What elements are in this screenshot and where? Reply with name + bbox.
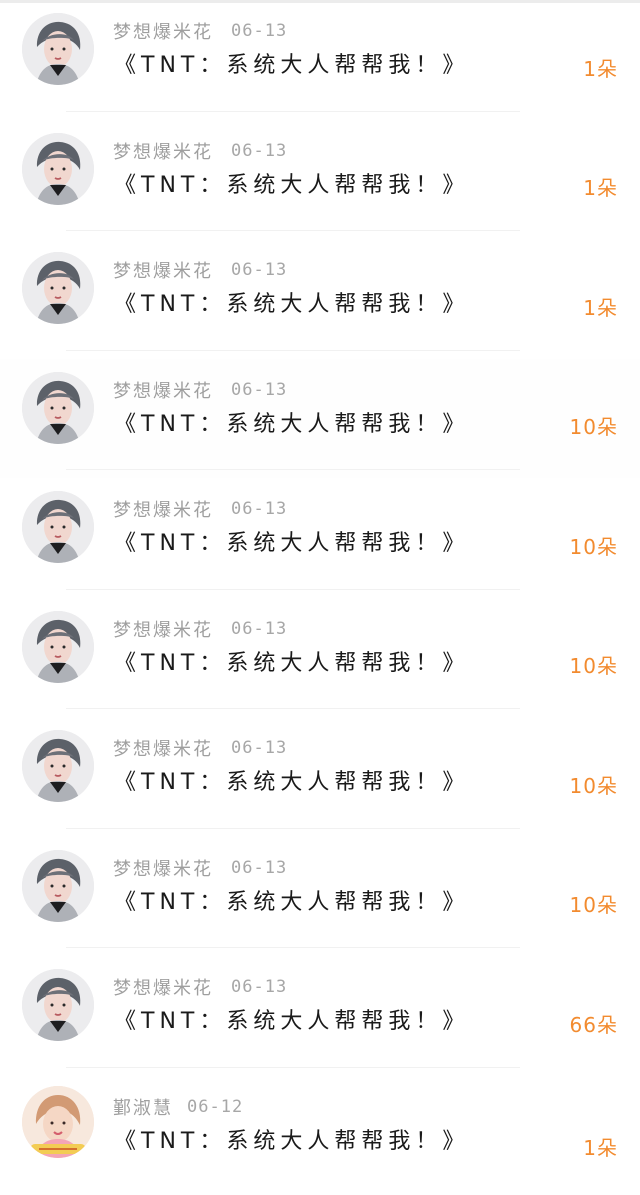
- record-meta: 梦想爆米花 06-13: [113, 616, 287, 642]
- book-title[interactable]: 《TNT：系统大人帮帮我！》: [114, 405, 469, 439]
- gift-record-list: 梦想爆米花 06-13 《TNT：系统大人帮帮我！》 1朵 梦想爆米花 06-1…: [0, 0, 640, 1195]
- boy-avatar-icon: [22, 13, 94, 85]
- list-item[interactable]: 梦想爆米花 06-13 《TNT：系统大人帮帮我！》 10朵: [0, 598, 640, 718]
- avatar[interactable]: [22, 252, 94, 324]
- book-title[interactable]: 《TNT：系统大人帮帮我！》: [114, 46, 469, 80]
- date-label: 06-13: [231, 141, 287, 161]
- gift-amount: 10朵: [570, 409, 618, 443]
- list-item[interactable]: 梦想爆米花 06-13 《TNT：系统大人帮帮我！》 1朵: [0, 120, 640, 240]
- avatar[interactable]: [22, 611, 94, 683]
- record-meta: 梦想爆米花 06-13: [113, 257, 287, 283]
- boy-avatar-icon: [22, 730, 94, 802]
- row-divider: [66, 708, 520, 709]
- list-item[interactable]: 梦想爆米花 06-13 《TNT：系统大人帮帮我！》 10朵: [0, 359, 640, 479]
- boy-avatar-icon: [22, 372, 94, 444]
- record-meta: 梦想爆米花 06-13: [113, 855, 287, 881]
- avatar[interactable]: [22, 850, 94, 922]
- list-item[interactable]: 鄞淑慧 06-12 《TNT：系统大人帮帮我！》 1朵: [0, 1076, 640, 1195]
- date-label: 06-13: [231, 619, 287, 639]
- username[interactable]: 梦想爆米花: [113, 138, 213, 164]
- username[interactable]: 梦想爆米花: [113, 616, 213, 642]
- row-divider: [66, 589, 520, 590]
- avatar[interactable]: [22, 969, 94, 1041]
- book-title[interactable]: 《TNT：系统大人帮帮我！》: [114, 285, 469, 319]
- book-title[interactable]: 《TNT：系统大人帮帮我！》: [114, 883, 469, 917]
- list-item[interactable]: 梦想爆米花 06-13 《TNT：系统大人帮帮我！》 1朵: [0, 0, 640, 120]
- date-label: 06-13: [231, 260, 287, 280]
- row-divider: [66, 947, 520, 948]
- row-divider: [66, 828, 520, 829]
- gift-amount: 1朵: [583, 1130, 618, 1164]
- row-divider: [66, 469, 520, 470]
- record-meta: 鄞淑慧 06-12: [113, 1094, 243, 1120]
- boy-avatar-icon: [22, 252, 94, 324]
- gift-amount: 10朵: [570, 648, 618, 682]
- gift-amount: 66朵: [570, 1006, 618, 1040]
- date-label: 06-13: [231, 858, 287, 878]
- boy-avatar-icon: [22, 133, 94, 205]
- username[interactable]: 梦想爆米花: [113, 974, 213, 1000]
- gift-amount: 1朵: [583, 289, 618, 323]
- boy-avatar-icon: [22, 850, 94, 922]
- avatar[interactable]: [22, 13, 94, 85]
- avatar[interactable]: [22, 730, 94, 802]
- row-divider: [66, 230, 520, 231]
- book-title[interactable]: 《TNT：系统大人帮帮我！》: [114, 524, 469, 558]
- boy-avatar-icon: [22, 969, 94, 1041]
- username[interactable]: 梦想爆米花: [113, 377, 213, 403]
- record-meta: 梦想爆米花 06-13: [113, 377, 287, 403]
- username[interactable]: 梦想爆米花: [113, 496, 213, 522]
- date-label: 06-13: [231, 21, 287, 41]
- record-meta: 梦想爆米花 06-13: [113, 496, 287, 522]
- gift-amount: 10朵: [570, 887, 618, 921]
- row-divider: [66, 1067, 520, 1068]
- username[interactable]: 梦想爆米花: [113, 257, 213, 283]
- book-title[interactable]: 《TNT：系统大人帮帮我！》: [114, 1122, 469, 1156]
- boy-avatar-icon: [22, 611, 94, 683]
- record-meta: 梦想爆米花 06-13: [113, 138, 287, 164]
- list-item[interactable]: 梦想爆米花 06-13 《TNT：系统大人帮帮我！》 66朵: [0, 956, 640, 1076]
- gift-amount: 1朵: [583, 170, 618, 204]
- username[interactable]: 梦想爆米花: [113, 18, 213, 44]
- girl-avatar-icon: [22, 1086, 94, 1158]
- gift-amount: 10朵: [570, 767, 618, 801]
- username[interactable]: 梦想爆米花: [113, 855, 213, 881]
- gift-amount: 1朵: [583, 50, 618, 84]
- avatar[interactable]: [22, 372, 94, 444]
- book-title[interactable]: 《TNT：系统大人帮帮我！》: [114, 763, 469, 797]
- book-title[interactable]: 《TNT：系统大人帮帮我！》: [114, 1002, 469, 1036]
- list-item[interactable]: 梦想爆米花 06-13 《TNT：系统大人帮帮我！》 10朵: [0, 717, 640, 837]
- record-meta: 梦想爆米花 06-13: [113, 18, 287, 44]
- username[interactable]: 梦想爆米花: [113, 735, 213, 761]
- avatar[interactable]: [22, 491, 94, 563]
- date-label: 06-13: [231, 977, 287, 997]
- list-item[interactable]: 梦想爆米花 06-13 《TNT：系统大人帮帮我！》 10朵: [0, 478, 640, 598]
- date-label: 06-12: [187, 1097, 243, 1117]
- record-meta: 梦想爆米花 06-13: [113, 974, 287, 1000]
- avatar[interactable]: [22, 133, 94, 205]
- username[interactable]: 鄞淑慧: [113, 1094, 173, 1120]
- row-divider: [66, 350, 520, 351]
- record-meta: 梦想爆米花 06-13: [113, 735, 287, 761]
- date-label: 06-13: [231, 499, 287, 519]
- gift-amount: 10朵: [570, 528, 618, 562]
- boy-avatar-icon: [22, 491, 94, 563]
- list-item[interactable]: 梦想爆米花 06-13 《TNT：系统大人帮帮我！》 1朵: [0, 239, 640, 359]
- avatar[interactable]: [22, 1086, 94, 1158]
- book-title[interactable]: 《TNT：系统大人帮帮我！》: [114, 644, 469, 678]
- date-label: 06-13: [231, 738, 287, 758]
- date-label: 06-13: [231, 380, 287, 400]
- book-title[interactable]: 《TNT：系统大人帮帮我！》: [114, 166, 469, 200]
- row-divider: [66, 111, 520, 112]
- list-item[interactable]: 梦想爆米花 06-13 《TNT：系统大人帮帮我！》 10朵: [0, 837, 640, 957]
